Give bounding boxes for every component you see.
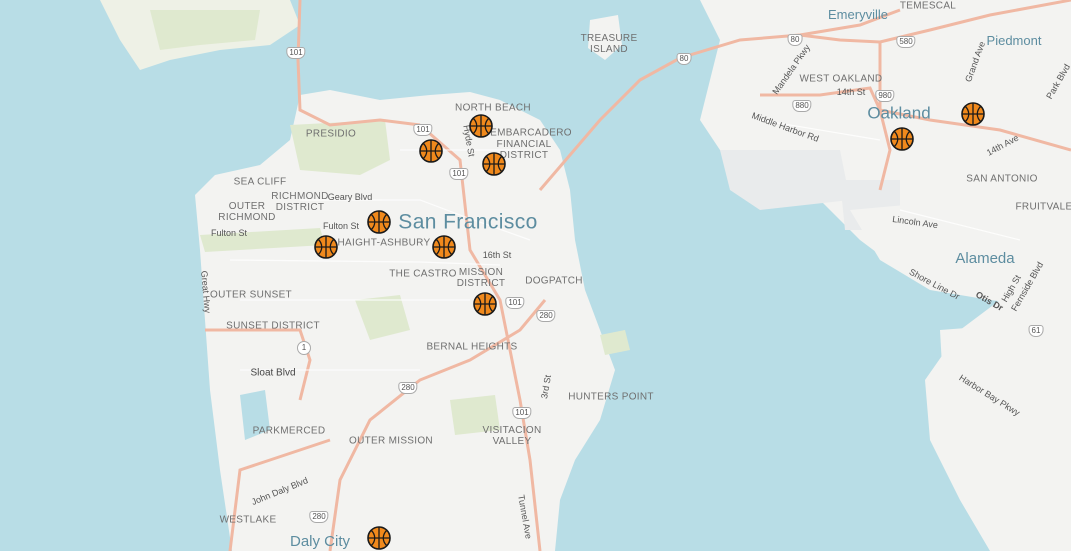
nb-north-beach: NORTH BEACH: [455, 102, 531, 114]
nb-haight-ashbury: HAIGHT-ASHBURY: [337, 237, 431, 249]
basketball-marker-russian-hill[interactable]: [419, 139, 443, 163]
city-label-emeryville: Emeryville: [828, 6, 888, 22]
nb-outer-mission: OUTER MISSION: [349, 435, 433, 447]
nb-dogpatch: DOGPATCH: [525, 275, 583, 287]
highway-shield-580: 580: [896, 36, 916, 48]
nb-mission-district: MISSION DISTRICT: [456, 267, 506, 289]
basketball-icon: [432, 235, 456, 259]
basketball-marker-north-beach[interactable]: [469, 114, 493, 138]
basketball-icon: [473, 292, 497, 316]
highway-shield-101-north: 101: [286, 47, 306, 59]
basketball-icon: [469, 114, 493, 138]
nb-san-antonio: SAN ANTONIO: [966, 173, 1038, 185]
basketball-marker-oakland-downtown[interactable]: [890, 127, 914, 151]
basketball-marker-financial-district[interactable]: [482, 152, 506, 176]
street-sloat-blvd: Sloat Blvd: [250, 367, 296, 379]
map-canvas[interactable]: San Francisco Oakland Alameda Daly City …: [0, 0, 1071, 551]
highway-shield-101-mission: 101: [505, 297, 525, 309]
highway-shield-980: 980: [875, 90, 895, 102]
nb-bernal-heights: BERNAL HEIGHTS: [426, 341, 518, 353]
nb-richmond-district: RICHMOND DISTRICT: [271, 191, 329, 213]
nb-visitacion-valley: VISITACION VALLEY: [482, 425, 542, 447]
basketball-marker-duboce[interactable]: [432, 235, 456, 259]
highway-shield-80-bridge: 80: [676, 53, 692, 65]
nb-fruitvale: FRUITVALE: [1015, 201, 1071, 213]
city-label-piedmont: Piedmont: [986, 32, 1042, 48]
nb-west-oakland: WEST OAKLAND: [799, 73, 883, 85]
highway-shield-80-emeryville: 80: [787, 34, 803, 46]
city-label-san-francisco: San Francisco: [398, 210, 538, 234]
basketball-icon: [890, 127, 914, 151]
nb-outer-richmond: OUTER RICHMOND: [218, 201, 276, 223]
basketball-marker-oakland-lake[interactable]: [961, 102, 985, 126]
highway-shield-101-south: 101: [512, 407, 532, 419]
highway-shield-280-central: 280: [398, 382, 418, 394]
highway-shield-280-south: 280: [309, 511, 329, 523]
nb-presidio: PRESIDIO: [305, 128, 357, 140]
city-label-oakland: Oakland: [867, 103, 931, 123]
basketball-icon: [367, 210, 391, 234]
street-16th-st: 16th St: [482, 250, 512, 261]
basketball-marker-daly-city[interactable]: [367, 526, 391, 550]
basketball-icon: [419, 139, 443, 163]
street-geary-blvd: Geary Blvd: [327, 192, 373, 203]
nb-temescal: TEMESCAL: [899, 0, 957, 12]
basketball-icon: [961, 102, 985, 126]
nb-outer-sunset: OUTER SUNSET: [210, 289, 292, 301]
basketball-marker-golden-gate-park[interactable]: [314, 235, 338, 259]
nb-parkmerced: PARKMERCED: [252, 425, 326, 437]
basketball-marker-western-addition[interactable]: [367, 210, 391, 234]
street-fulton-st-east: Fulton St: [322, 221, 360, 232]
highway-shield-101-marina: 101: [413, 124, 433, 136]
street-fulton-st-west: Fulton St: [210, 228, 248, 239]
city-label-alameda: Alameda: [955, 249, 1015, 267]
highway-shield-1: 1: [297, 341, 311, 355]
basketball-marker-mission[interactable]: [473, 292, 497, 316]
nb-hunters-point: HUNTERS POINT: [568, 391, 654, 403]
nb-the-castro: THE CASTRO: [389, 268, 457, 280]
nb-treasure-island: TREASURE ISLAND: [580, 33, 638, 55]
nb-westlake: WESTLAKE: [219, 514, 277, 526]
basketball-icon: [482, 152, 506, 176]
highway-shield-61: 61: [1028, 325, 1044, 337]
city-label-daly-city: Daly City: [289, 532, 351, 550]
nb-embarcadero: EMBARCADERO: [490, 127, 572, 139]
basketball-icon: [314, 235, 338, 259]
nb-sea-cliff: SEA CLIFF: [233, 176, 287, 188]
street-14th-st: 14th St: [836, 87, 866, 98]
nb-sunset-district: SUNSET DISTRICT: [226, 320, 320, 332]
highway-shield-880: 880: [792, 100, 812, 112]
basketball-icon: [367, 526, 391, 550]
highway-shield-101-civic: 101: [449, 168, 469, 180]
highway-shield-280-dogpatch: 280: [536, 310, 556, 322]
